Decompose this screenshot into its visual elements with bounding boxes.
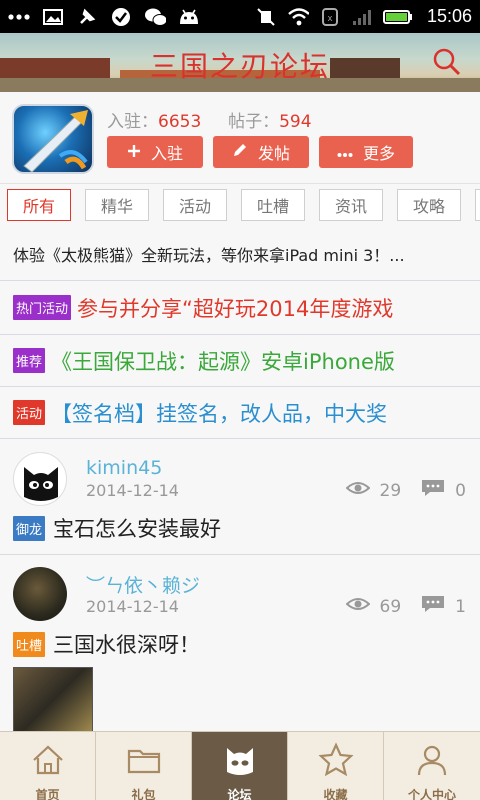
notice-item[interactable]: 推荐 《王国保卫战：起源》安卓iPhone版 [0, 335, 480, 387]
post-tag: 御龙 [13, 515, 46, 541]
sim-icon: x [319, 7, 341, 26]
forum-actions: 入驻 发帖 更多 [107, 136, 413, 168]
signal-icon [351, 8, 373, 26]
more-dots-icon [8, 8, 30, 26]
svg-text:x: x [328, 13, 333, 23]
nav-favorites[interactable]: 收藏 [288, 732, 384, 800]
join-button[interactable]: 入驻 [107, 136, 203, 168]
home-icon [30, 742, 66, 782]
notice-text: 【签名档】挂签名，改人品，中大奖 [51, 401, 388, 426]
tab-rants[interactable]: 吐槽 [241, 189, 305, 221]
forum-banner: 三国之刃论坛 [0, 33, 480, 92]
nav-home[interactable]: 首页 [0, 732, 96, 800]
members-label: 入驻： [107, 112, 158, 132]
folder-icon [126, 742, 162, 782]
nav-gifts[interactable]: 礼包 [96, 732, 192, 800]
tab-all[interactable]: 所有 [7, 189, 71, 221]
notice-tag: 推荐 [13, 348, 46, 373]
bottom-nav: 首页 礼包 论坛 收藏 个人中心 [0, 731, 480, 800]
forum-title: 三国之刃论坛 [149, 50, 330, 83]
new-post-button[interactable]: 发帖 [213, 136, 309, 168]
new-post-button-label: 发帖 [257, 144, 290, 163]
eye-icon [345, 480, 371, 501]
pencil-icon [232, 142, 248, 162]
wifi-icon [287, 7, 309, 26]
post-item[interactable]: kimin45 2014-12-14 29 0 御龙 宝石怎么安装最好 [0, 439, 480, 555]
post-item[interactable]: ︶ㄣ依丶赖ジ 2014-12-14 69 1 吐槽 三国水很深呀！ [0, 555, 480, 733]
nav-favorites-label: 收藏 [323, 788, 348, 800]
post-title-row: 吐槽 三国水很深呀！ [13, 629, 200, 659]
eye-icon [345, 596, 371, 617]
forum-stats: 入驻：6653 帖子：594 [107, 107, 312, 132]
avatar[interactable] [13, 452, 67, 506]
post-meta: 69 1 [345, 595, 466, 618]
tab-overflow[interactable] [475, 189, 480, 221]
post-title: 宝石怎么安装最好 [53, 517, 222, 541]
clock: 15:06 [426, 6, 472, 26]
avatar[interactable] [13, 567, 67, 621]
more-button-label: 更多 [362, 144, 395, 163]
tab-guides[interactable]: 攻略 [397, 189, 461, 221]
post-title-row: 御龙 宝石怎么安装最好 [13, 513, 221, 543]
notice-tag: 活动 [13, 400, 46, 425]
more-icon [337, 143, 353, 162]
comment-icon [421, 479, 445, 502]
image-icon [42, 8, 64, 26]
forum-info: 入驻：6653 帖子：594 入驻 发帖 更多 [0, 92, 480, 184]
notice-text: 参与并分享“超好玩2014年度游戏 [77, 296, 394, 321]
plus-icon [127, 143, 141, 162]
notice-text: 《王国保卫战：起源》安卓iPhone版 [51, 349, 395, 374]
tab-news[interactable]: 资讯 [319, 189, 383, 221]
post-author[interactable]: kimin45 [86, 457, 162, 479]
wechat-icon [144, 8, 166, 26]
notice-tag: 热门活动 [13, 295, 72, 320]
post-date: 2014-12-14 [86, 481, 179, 500]
person-icon [414, 742, 450, 782]
star-icon [317, 742, 354, 782]
post-date: 2014-12-14 [86, 597, 179, 616]
notice-item[interactable]: 活动 【签名档】挂签名，改人品，中大奖 [0, 387, 480, 439]
android-icon [178, 8, 200, 26]
view-count: 29 [379, 480, 402, 501]
comment-count: 0 [455, 480, 466, 501]
status-bar: x 15:06 [0, 0, 480, 33]
nav-gifts-label: 礼包 [131, 788, 156, 800]
comment-icon [421, 595, 445, 618]
post-author[interactable]: ︶ㄣ依丶赖ジ [86, 571, 200, 598]
mute-icon [255, 7, 277, 26]
check-circle-icon [110, 7, 132, 26]
notice-item[interactable]: 热门活动 参与并分享“超好玩2014年度游戏 [0, 281, 480, 335]
nav-forum-label: 论坛 [227, 788, 252, 800]
nav-profile-label: 个人中心 [407, 788, 456, 800]
tab-events[interactable]: 活动 [163, 189, 227, 221]
more-button[interactable]: 更多 [319, 136, 413, 168]
posts-count: 594 [279, 112, 312, 132]
cat-icon [222, 742, 258, 782]
nav-forum[interactable]: 论坛 [192, 732, 288, 800]
pin-icon [76, 8, 98, 26]
join-button-label: 入驻 [150, 144, 183, 163]
post-thumbnail[interactable] [13, 667, 93, 733]
nav-home-label: 首页 [35, 788, 60, 800]
notice-text: 体验《太极熊猫》全新玩法，等你来拿iPad mini 3！... [13, 245, 405, 265]
post-meta: 29 0 [345, 479, 466, 502]
battery-icon [382, 8, 413, 26]
nav-profile[interactable]: 个人中心 [384, 732, 480, 800]
category-tabs: 所有 精华 活动 吐槽 资讯 攻略 [0, 184, 480, 227]
forum-logo [12, 104, 94, 174]
view-count: 69 [379, 596, 402, 617]
post-title: 三国水很深呀！ [53, 633, 201, 657]
members-count: 6653 [158, 112, 202, 132]
posts-label: 帖子： [228, 112, 280, 132]
search-icon[interactable] [432, 47, 462, 77]
notice-item[interactable]: 体验《太极熊猫》全新玩法，等你来拿iPad mini 3！... [0, 227, 480, 281]
tab-featured[interactable]: 精华 [85, 189, 149, 221]
comment-count: 1 [455, 596, 466, 617]
post-tag: 吐槽 [13, 631, 46, 657]
